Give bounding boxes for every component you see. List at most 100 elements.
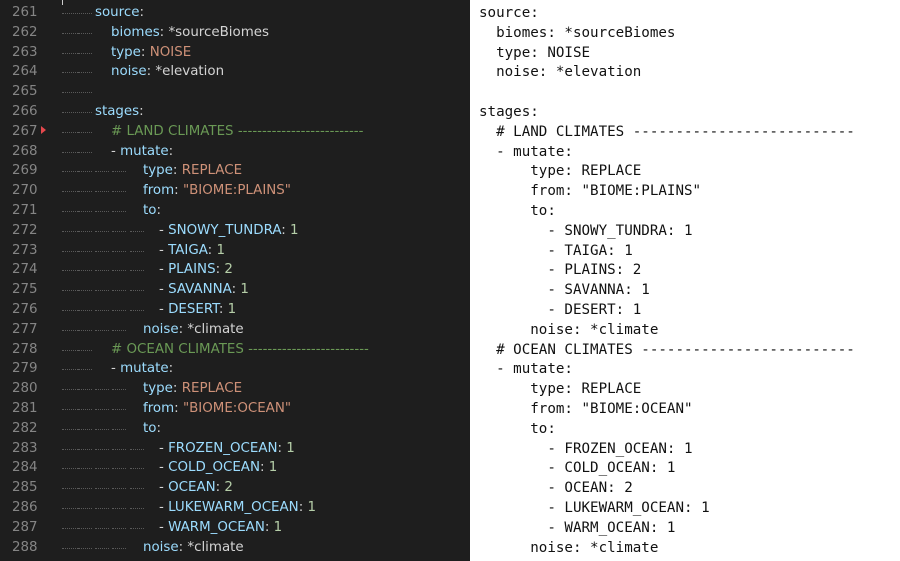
editor-line[interactable]: 264 noise: *elevation [0, 62, 470, 82]
plain-line: - SNOWY_TUNDRA: 1 [479, 222, 693, 239]
editor-line[interactable]: 272 - SNOWY_TUNDRA: 1 [0, 221, 470, 241]
code-text: - mutate: [111, 359, 173, 379]
code-token: - [159, 480, 169, 496]
line-number: 276 [12, 302, 38, 317]
plain-line: - OCEAN: 2 [479, 480, 633, 497]
code-text: - OCEAN: 2 [159, 478, 233, 498]
code-text: noise: *elevation [111, 62, 224, 82]
code-token: 1 [290, 222, 299, 238]
editor-line[interactable]: 278 # OCEAN CLIMATES --------------------… [0, 340, 470, 360]
code-token: : [140, 44, 150, 60]
code-text: type: REPLACE [143, 161, 242, 181]
code-token: to [143, 203, 157, 218]
editor-line[interactable]: 270 from: "BIOME:PLAINS" [0, 181, 470, 201]
indent-guide [112, 290, 126, 292]
line-number: 270 [12, 183, 38, 199]
editor-line[interactable]: 266 stages: [0, 102, 470, 122]
code-token: - [159, 440, 169, 456]
code-token: : [259, 460, 269, 476]
editor-line[interactable]: 271 to: [0, 201, 470, 221]
editor-line[interactable]: 283 - FROZEN_OCEAN: 1 [0, 439, 470, 459]
code-text: - COLD_OCEAN: 1 [159, 458, 277, 478]
editor-line[interactable]: 274 - PLAINS: 2 [0, 260, 470, 280]
editor-line[interactable]: 288 noise: *climate [0, 538, 470, 558]
editor-line[interactable]: 262 biomes: *sourceBiomes [0, 23, 470, 43]
editor-line[interactable]: 280 type: REPLACE [0, 379, 470, 399]
code-token: noise [143, 321, 179, 337]
code-token: : [172, 163, 182, 179]
indent-guide [78, 32, 92, 34]
indent-guide [130, 468, 144, 470]
code-token: 1 [307, 500, 316, 515]
indent-guide [95, 270, 109, 272]
code-token: # LAND CLIMATES ------------------------… [111, 123, 364, 139]
code-text: - LUKEWARM_OCEAN: 1 [159, 498, 316, 518]
plain-line: - FROZEN_OCEAN: 1 [479, 440, 693, 457]
code-token: - [159, 302, 169, 317]
code-text: type: NOISE [111, 43, 191, 63]
indent-guide [78, 349, 92, 351]
indent-guide [95, 211, 109, 212]
code-token: from [143, 401, 175, 416]
editor-line[interactable]: 281 from: "BIOME:OCEAN" [0, 399, 470, 419]
editor-line[interactable]: 269 type: REPLACE [0, 161, 470, 181]
plain-line: - TAIGA: 1 [479, 242, 633, 259]
code-token: : [174, 401, 183, 416]
editor-line[interactable]: 261 source: [0, 3, 470, 23]
indent-guide [130, 508, 144, 509]
editor-line[interactable]: 284 - COLD_OCEAN: 1 [0, 458, 470, 478]
indent-guide [95, 389, 109, 391]
editor-line[interactable]: 279 - mutate: [0, 359, 470, 379]
code-token: to [143, 420, 157, 436]
editor-line[interactable]: 277 noise: *climate [0, 320, 470, 340]
code-token: FROZEN_OCEAN [168, 440, 278, 456]
plain-text-pane[interactable]: source: biomes: *sourceBiomes type: NOIS… [470, 0, 900, 561]
code-token: SAVANNA [168, 282, 232, 298]
indent-guide [78, 250, 92, 252]
plain-line: stages: [479, 104, 539, 120]
code-token: - [111, 361, 121, 377]
indent-guide [112, 508, 126, 509]
indent-guide [95, 171, 109, 173]
indent-guide [130, 290, 144, 292]
indent-guide [95, 230, 109, 232]
indent-guide [95, 448, 109, 450]
editor-line[interactable]: 276 - DESERT: 1 [0, 300, 470, 320]
indent-guide [95, 191, 109, 193]
code-token: *sourceBiomes [168, 24, 269, 40]
code-token: TAIGA [168, 242, 208, 258]
indent-guide [95, 329, 109, 331]
code-token: *climate [187, 539, 244, 555]
editor-line[interactable]: 285 - OCEAN: 2 [0, 478, 470, 498]
editor-line[interactable]: 265 [0, 82, 470, 102]
plain-line: - SAVANNA: 1 [479, 282, 650, 299]
editor-line[interactable]: 286 - LUKEWARM_OCEAN: 1 [0, 498, 470, 518]
indent-guide [130, 250, 144, 252]
editor-line[interactable]: 263 type: NOISE [0, 43, 470, 63]
plain-line: source: [479, 5, 539, 21]
indent-guide [78, 369, 92, 371]
code-text: from: "BIOME:PLAINS" [143, 181, 291, 201]
indent-guide [78, 389, 92, 391]
editor-line[interactable]: 282 to: [0, 419, 470, 439]
indent-guide [78, 230, 92, 232]
code-editor-pane[interactable]: 261 source: 262 biomes: *sourceBiomes 263 typ… [0, 0, 470, 561]
editor-line[interactable]: 275 - SAVANNA: 1 [0, 280, 470, 300]
editor-line[interactable]: 273 - TAIGA: 1 [0, 241, 470, 261]
code-token: REPLACE [181, 163, 243, 179]
code-token: PLAINS [168, 262, 216, 278]
code-text: - FROZEN_OCEAN: 1 [159, 439, 295, 459]
editor-line[interactable]: 268 - mutate: [0, 142, 470, 162]
indent-guide [112, 389, 126, 391]
plain-line: to: [479, 203, 556, 219]
code-token: REPLACE [181, 381, 243, 397]
indent-guide [130, 310, 144, 311]
plain-line: - mutate: [479, 361, 573, 378]
code-text: stages: [95, 102, 144, 122]
code-token: 1 [268, 460, 278, 476]
line-number: 264 [12, 64, 38, 80]
plain-line: - mutate: [479, 143, 573, 160]
editor-line[interactable]: 287 - WARM_OCEAN: 1 [0, 518, 470, 538]
editor-line[interactable]: 267 # LAND CLIMATES ---------------------… [0, 122, 470, 142]
code-token: - [159, 242, 169, 258]
